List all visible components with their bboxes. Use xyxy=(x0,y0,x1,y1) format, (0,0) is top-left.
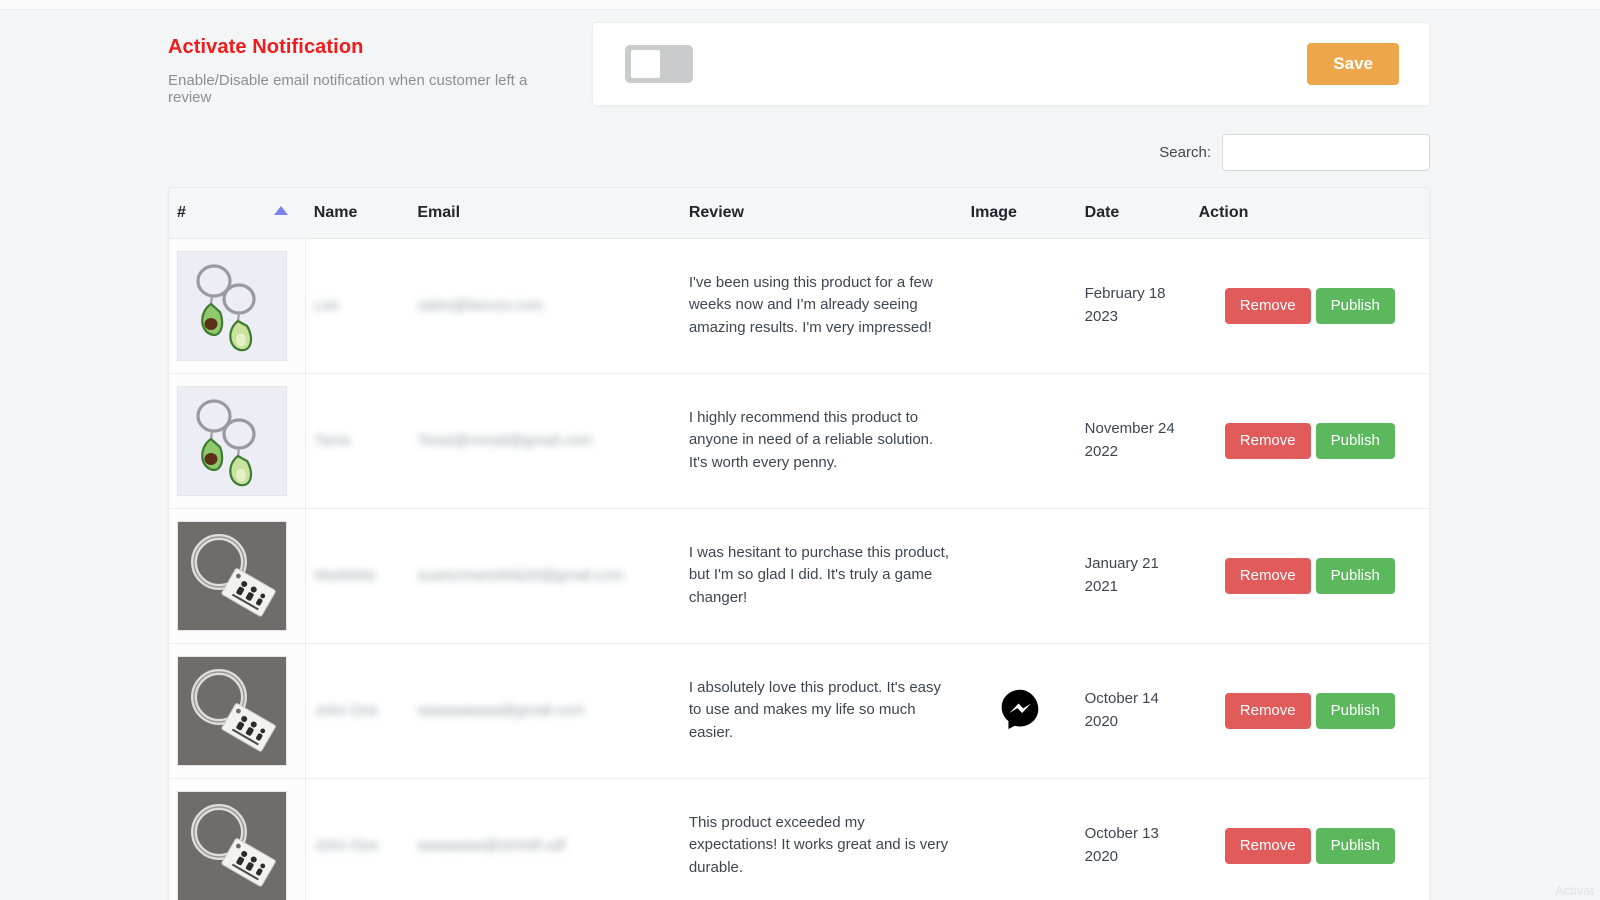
table-row: Lee sales@lavoza.com I've been using this … xyxy=(169,238,1429,373)
publish-button[interactable]: Publish xyxy=(1315,557,1395,594)
row-date-cell: January 21 2021 xyxy=(1084,555,1159,595)
reviewer-email: aaaaaaaa@stnhdf.udf xyxy=(417,837,566,854)
watermark: Activat xyxy=(1554,883,1594,898)
search-row: Search: xyxy=(168,133,1430,171)
row-name-cell: John Doe xyxy=(306,643,410,778)
publish-button[interactable]: Publish xyxy=(1315,827,1395,864)
row-thumbnail-cell xyxy=(169,373,307,508)
row-image-cell xyxy=(963,508,1077,643)
column-header-action: Action xyxy=(1190,188,1429,239)
row-date-cell: October 13 2020 xyxy=(1084,825,1159,865)
row-review-cell: This product exceeded my expectations! I… xyxy=(688,813,949,876)
reviews-table-wrapper: # Name Email Review Image Date Action Le… xyxy=(168,187,1430,900)
row-email-cell: aaaaaaaaaa@gmail.com xyxy=(409,643,680,778)
column-header-date[interactable]: Date xyxy=(1076,188,1191,239)
column-header-num[interactable]: # xyxy=(169,188,306,239)
row-thumbnail-cell xyxy=(169,643,307,778)
row-action-cell: Remove Publish xyxy=(1191,778,1429,900)
notification-card: Save xyxy=(592,22,1430,106)
reviewer-name: John Doe xyxy=(314,837,379,854)
publish-button[interactable]: Publish xyxy=(1315,692,1395,729)
publish-button[interactable]: Publish xyxy=(1315,287,1395,324)
review-thumbnail-image[interactable] xyxy=(177,250,287,361)
notification-subtitle: Enable/Disable email notification when c… xyxy=(168,72,528,106)
row-action-cell: Remove Publish xyxy=(1191,373,1429,508)
reviewer-name: Tame xyxy=(314,432,351,449)
remove-button[interactable]: Remove xyxy=(1224,557,1311,594)
reviewer-name: Lee xyxy=(314,297,340,314)
remove-button[interactable]: Remove xyxy=(1224,692,1311,729)
row-email-cell: Teest@mmail@gmail.com xyxy=(409,373,680,508)
column-header-email[interactable]: Email xyxy=(409,188,681,239)
reviewer-email: aaaaaaaaaa@gmail.com xyxy=(417,702,585,719)
table-header-row: # Name Email Review Image Date Action xyxy=(169,188,1429,239)
page-root: Activate Notification Enable/Disable ema… xyxy=(0,0,1600,900)
reviewer-email: Teest@mmail@gmail.com xyxy=(417,432,593,449)
row-action-cell: Remove Publish xyxy=(1191,508,1429,643)
row-review-cell: I've been using this product for a few w… xyxy=(688,273,933,336)
column-header-num-label: # xyxy=(177,203,186,221)
column-header-review[interactable]: Review xyxy=(680,188,963,239)
row-name-cell: John Doe xyxy=(306,778,410,900)
row-name-cell: Tame xyxy=(306,373,410,508)
row-date-cell: October 14 2020 xyxy=(1084,690,1159,730)
remove-button[interactable]: Remove xyxy=(1224,827,1311,864)
review-thumbnail-image[interactable] xyxy=(177,790,287,900)
row-image-cell xyxy=(963,778,1077,900)
row-email-cell: sales@lavoza.com xyxy=(409,238,680,373)
reviewer-name: Marlelela xyxy=(314,567,376,584)
toggle-knob xyxy=(631,50,660,78)
remove-button[interactable]: Remove xyxy=(1224,287,1311,324)
search-input[interactable] xyxy=(1222,133,1430,171)
notification-toggle[interactable] xyxy=(625,45,693,83)
row-image-cell xyxy=(963,643,1077,778)
review-thumbnail-image[interactable] xyxy=(177,655,287,766)
row-name-cell: Lee xyxy=(306,238,410,373)
remove-button[interactable]: Remove xyxy=(1224,422,1311,459)
table-head: # Name Email Review Image Date Action xyxy=(169,188,1429,239)
table-row: John Doe aaaaaaaaaa@gmail.com I absolutely… xyxy=(169,643,1429,778)
row-action-cell: Remove Publish xyxy=(1191,238,1429,373)
top-strip xyxy=(0,0,1600,10)
row-date-cell: February 18 2023 xyxy=(1084,285,1166,325)
content-area: Activate Notification Enable/Disable ema… xyxy=(168,22,1430,900)
page-title: Activate Notification xyxy=(168,36,364,58)
row-email-cell: suarezmariolela20@gmail.com xyxy=(409,508,680,643)
row-thumbnail-cell xyxy=(169,778,307,900)
row-image-cell xyxy=(963,238,1077,373)
reviewer-name: John Doe xyxy=(314,702,379,719)
save-button[interactable]: Save xyxy=(1307,43,1399,85)
row-action-cell: Remove Publish xyxy=(1191,643,1429,778)
reviews-table: # Name Email Review Image Date Action Le… xyxy=(169,188,1429,900)
table-row: Marlelela suarezmariolela20@gmail.com I wa… xyxy=(169,508,1429,643)
column-header-image[interactable]: Image xyxy=(962,188,1077,239)
notification-text-block: Activate Notification Enable/Disable ema… xyxy=(168,22,568,106)
review-thumbnail-image[interactable] xyxy=(177,520,287,631)
row-thumbnail-cell xyxy=(169,508,307,643)
reviewer-email: sales@lavoza.com xyxy=(417,297,544,314)
search-label: Search: xyxy=(1159,143,1211,161)
sort-ascending-icon[interactable] xyxy=(273,206,288,215)
messenger-icon[interactable] xyxy=(998,689,1042,735)
row-date-cell: November 24 2022 xyxy=(1084,420,1175,460)
row-email-cell: aaaaaaaa@stnhdf.udf xyxy=(409,778,680,900)
row-thumbnail-cell xyxy=(169,238,307,373)
publish-button[interactable]: Publish xyxy=(1315,422,1395,459)
row-review-cell: I highly recommend this product to anyon… xyxy=(688,408,934,471)
row-review-cell: I absolutely love this product. It's eas… xyxy=(688,678,942,741)
table-row: Tame Teest@mmail@gmail.com I highly recomm… xyxy=(169,373,1429,508)
table-body: Lee sales@lavoza.com I've been using this … xyxy=(169,238,1429,900)
notification-section: Activate Notification Enable/Disable ema… xyxy=(168,22,1430,110)
row-name-cell: Marlelela xyxy=(306,508,410,643)
table-row: John Doe aaaaaaaa@stnhdf.udf This product … xyxy=(169,778,1429,900)
column-header-name[interactable]: Name xyxy=(305,188,410,239)
review-thumbnail-image[interactable] xyxy=(177,385,287,496)
row-review-cell: I was hesitant to purchase this product,… xyxy=(688,543,949,606)
row-image-cell xyxy=(963,373,1077,508)
reviewer-email: suarezmariolela20@gmail.com xyxy=(417,567,624,584)
